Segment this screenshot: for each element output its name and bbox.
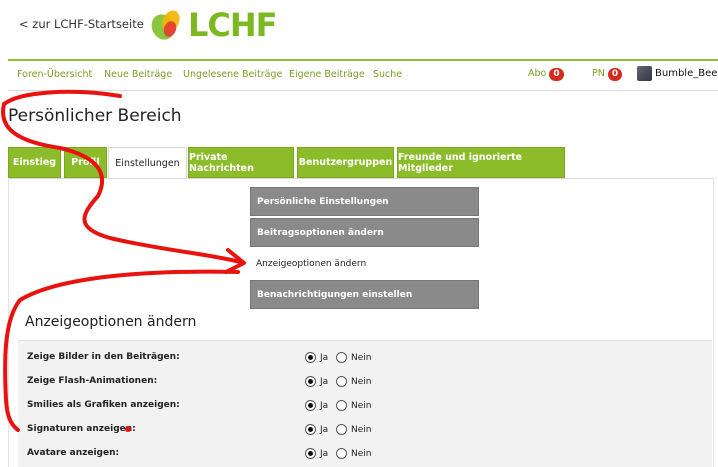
nav-forum-overview[interactable]: Foren-Übersicht [17, 69, 92, 80]
radio-no[interactable]: Nein [336, 400, 371, 411]
user-menu[interactable]: Bumble_Bee [637, 66, 717, 81]
radio-no-label: Nein [351, 400, 372, 411]
forum-nav: Foren-Übersicht Neue Beiträge Ungelesene… [0, 65, 718, 87]
back-to-homepage-link[interactable]: < zur LCHF-Startseite [19, 17, 144, 31]
lchf-leaf-icon [151, 10, 180, 40]
radio-yes[interactable]: Ja [305, 352, 328, 363]
logo-text: LCHF [188, 6, 278, 44]
radio-no[interactable]: Nein [336, 424, 371, 435]
abo-label: Abo [528, 68, 547, 79]
radio-no-label: Nein [351, 376, 372, 387]
top-bar: < zur LCHF-Startseite LCHF [0, 0, 718, 58]
radio-yes[interactable]: Ja [305, 448, 328, 459]
section-title: Anzeigeoptionen ändern [25, 314, 197, 330]
radio-yes-control[interactable] [305, 400, 316, 411]
radio-yes-label: Ja [320, 424, 329, 435]
tab-einstieg[interactable]: Einstieg [8, 147, 61, 178]
radio-no[interactable]: Nein [336, 352, 371, 363]
option-label: Zeige Flash-Animationen: [27, 376, 158, 386]
radio-no-control[interactable] [336, 352, 347, 363]
nav-search[interactable]: Suche [373, 69, 402, 80]
submenu-benachrichtigungen[interactable]: Benachrichtigungen einstellen [250, 280, 479, 309]
radio-yes-control[interactable] [305, 352, 316, 363]
lchf-logo[interactable]: LCHF [148, 6, 278, 44]
option-row-signatures: Signaturen anzeigen: Ja Nein [18, 419, 712, 443]
radio-yes-label: Ja [320, 448, 329, 459]
tab-freunde-ignorierte[interactable]: Freunde und ignorierte Mitglieder [397, 147, 565, 178]
radio-no-control[interactable] [336, 376, 347, 387]
radio-yes-label: Ja [320, 352, 329, 363]
radio-yes-label: Ja [320, 400, 329, 411]
radio-yes[interactable]: Ja [305, 376, 328, 387]
radio-yes-control[interactable] [305, 424, 316, 435]
radio-no-label: Nein [351, 352, 372, 363]
radio-no-label: Nein [351, 424, 372, 435]
radio-yes[interactable]: Ja [305, 424, 328, 435]
nav-own-posts[interactable]: Eigene Beiträge [289, 69, 365, 80]
header-divider [8, 59, 718, 61]
radio-no-control[interactable] [336, 400, 347, 411]
abo-count-badge: 0 [549, 68, 564, 81]
page-title: Persönlicher Bereich [8, 106, 182, 126]
tab-profil[interactable]: Profil [64, 147, 107, 178]
submenu-beitragsoptionen[interactable]: Beitragsoptionen ändern [250, 218, 479, 247]
nav-abo[interactable]: Abo 0 [528, 68, 564, 81]
nav-pn[interactable]: PN 0 [592, 68, 623, 81]
tab-einstellungen[interactable]: Einstellungen [108, 147, 187, 178]
radio-no[interactable]: Nein [336, 448, 371, 459]
option-row-flash: Zeige Flash-Animationen: Ja Nein [18, 371, 712, 395]
avatar [637, 66, 652, 81]
nav-new-posts[interactable]: Neue Beiträge [104, 69, 172, 80]
option-row-images: Zeige Bilder in den Beiträgen: Ja Nein [18, 347, 712, 371]
tab-private-nachrichten[interactable]: Private Nachrichten [188, 147, 294, 178]
radio-no-control[interactable] [336, 424, 347, 435]
option-label: Avatare anzeigen: [27, 448, 120, 458]
submenu-anzeigeoptionen[interactable]: Anzeigeoptionen ändern [250, 249, 479, 278]
nav-unread-posts[interactable]: Ungelesene Beiträge [183, 69, 282, 80]
radio-yes-control[interactable] [305, 448, 316, 459]
radio-yes-label: Ja [320, 376, 329, 387]
option-row-smilies: Smilies als Grafiken anzeigen: Ja Nein [18, 395, 712, 419]
radio-no-label: Nein [351, 448, 372, 459]
nav-divider [8, 90, 718, 91]
username: Bumble_Bee [655, 68, 718, 79]
pn-label: PN [592, 68, 605, 79]
radio-yes-control[interactable] [305, 376, 316, 387]
radio-no-control[interactable] [336, 448, 347, 459]
option-label: Signaturen anzeigen: [27, 424, 136, 434]
radio-yes[interactable]: Ja [305, 400, 328, 411]
tab-benutzergruppen[interactable]: Benutzergruppen [297, 147, 394, 178]
radio-no[interactable]: Nein [336, 376, 371, 387]
pn-count-badge: 0 [607, 68, 623, 81]
option-label: Smilies als Grafiken anzeigen: [27, 400, 180, 410]
option-label: Zeige Bilder in den Beiträgen: [27, 352, 180, 362]
submenu-persoenliche-einstellungen[interactable]: Persönliche Einstellungen [250, 187, 479, 216]
display-options-form: Zeige Bilder in den Beiträgen: Ja Nein Z… [18, 340, 712, 467]
option-row-avatars: Avatare anzeigen: Ja Nein [18, 443, 712, 467]
